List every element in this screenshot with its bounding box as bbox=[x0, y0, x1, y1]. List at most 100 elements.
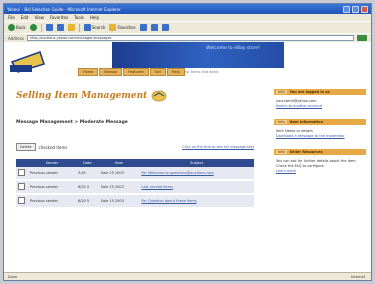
toolbar-separator bbox=[78, 23, 80, 32]
sidebar-box-text: You can ask for further details about th… bbox=[276, 159, 357, 168]
subject-link[interactable]: Re: Welcome to questions@auctions.com bbox=[139, 167, 254, 181]
item-cell: Sale 15 2003 bbox=[98, 180, 140, 195]
mail-icon[interactable] bbox=[150, 24, 158, 31]
promo-banner[interactable]: Welcome to eBay store! bbox=[112, 42, 284, 68]
tab-featured[interactable]: Featured bbox=[123, 68, 149, 76]
maximize-button[interactable] bbox=[352, 5, 359, 13]
sidebar-box-link[interactable]: Download a message to the moderator bbox=[276, 134, 364, 139]
tab-browse[interactable]: Browse bbox=[99, 68, 123, 76]
sidebar-box-title: Item Information bbox=[289, 120, 324, 124]
print-icon[interactable] bbox=[161, 24, 169, 31]
delete-button[interactable]: Delete bbox=[16, 143, 36, 151]
history-icon[interactable] bbox=[139, 24, 147, 31]
star-icon bbox=[109, 24, 117, 31]
address-bar: Address http://auctions.yahoo.com/manage… bbox=[4, 33, 371, 42]
handshake-icon bbox=[151, 90, 167, 102]
column-header[interactable]: Sender bbox=[28, 159, 76, 167]
item-cell: Sale 15 2003 bbox=[98, 194, 140, 209]
menu-favorites[interactable]: Favorites bbox=[50, 15, 68, 20]
favorites-button[interactable]: Favorites bbox=[109, 24, 136, 32]
home-icon[interactable] bbox=[67, 24, 75, 31]
address-input[interactable]: http://auctions.yahoo.com/manager/messag… bbox=[26, 35, 354, 41]
tab-sell[interactable]: Sell bbox=[149, 68, 166, 76]
sidebar-box-link[interactable]: Learn more bbox=[276, 169, 364, 174]
tab-help[interactable]: Help bbox=[166, 68, 185, 76]
sidebar-box-body: You can ask for further details about th… bbox=[274, 155, 366, 178]
row-checkbox[interactable] bbox=[18, 183, 25, 190]
sidebar: Info You are logged in as yourname@yahoo… bbox=[274, 89, 366, 184]
delete-label: checked items bbox=[38, 144, 68, 150]
table-header-row: Sender Date Item Subject bbox=[16, 159, 254, 167]
favorites-label: Favorites bbox=[117, 25, 136, 30]
menu-tools[interactable]: Tools bbox=[74, 15, 84, 20]
column-header[interactable]: Date bbox=[75, 159, 99, 167]
window-title: Yahoo! - Bid Selection Guide - Microsoft… bbox=[7, 6, 121, 12]
menu-help[interactable]: Help bbox=[90, 15, 99, 20]
back-button[interactable]: Back bbox=[8, 24, 26, 32]
messages-help-link[interactable]: Click on the title to see full message t… bbox=[182, 145, 254, 149]
page-content: Welcome to eBay store! Check out our lat… bbox=[4, 42, 371, 272]
refresh-icon[interactable] bbox=[56, 24, 64, 31]
page-heading: Selling Item Management bbox=[16, 89, 254, 102]
sidebar-box-tag: Info bbox=[276, 150, 287, 154]
close-button[interactable] bbox=[361, 5, 368, 13]
search-button[interactable]: Search bbox=[83, 24, 106, 32]
toolbar: Back Search Favorites bbox=[4, 21, 371, 33]
browser-window: Yahoo! - Bid Selection Guide - Microsoft… bbox=[3, 3, 372, 281]
security-zone: Internet bbox=[351, 274, 365, 279]
sidebar-box-account: Info You are logged in as yourname@yahoo… bbox=[274, 89, 366, 113]
minimize-button[interactable] bbox=[343, 5, 350, 13]
date-cell: 6/20 5 bbox=[75, 194, 99, 209]
sidebar-box-link[interactable]: Switch to another account bbox=[276, 104, 364, 109]
tab-home[interactable]: Home bbox=[78, 68, 99, 76]
row-checkbox[interactable] bbox=[18, 169, 25, 176]
site-logo bbox=[10, 51, 45, 73]
stop-icon[interactable] bbox=[45, 24, 53, 31]
subject-link[interactable]: Re: Question about these items bbox=[139, 194, 254, 209]
date-cell: 3:45 bbox=[75, 167, 99, 181]
sidebar-box-item-info: Info Item Information Item Name or detai… bbox=[274, 119, 366, 143]
sidebar-box-resources: Info Seller Resources You can ask for fu… bbox=[274, 149, 366, 178]
breadcrumb: Message Management > Moderate Message bbox=[16, 120, 128, 125]
column-header[interactable]: Item bbox=[98, 159, 140, 167]
sidebar-box-title: Seller Resources bbox=[289, 150, 323, 154]
date-cell: 6/20 5 bbox=[75, 180, 99, 195]
column-header bbox=[16, 159, 28, 167]
address-label: Address bbox=[8, 35, 24, 41]
table-row: Previous sender 6/20 5 Sale 15 2003 Re: … bbox=[16, 194, 254, 209]
sender-cell: Previous sender bbox=[28, 180, 76, 195]
toolbar-separator bbox=[40, 23, 42, 32]
sidebar-box-tag: Info bbox=[276, 120, 287, 124]
menu-view[interactable]: View bbox=[34, 15, 44, 20]
main-content: Selling Item Management Message Manageme… bbox=[16, 89, 254, 209]
menu-bar: File Edit View Favorites Tools Help bbox=[4, 14, 371, 21]
table-row: Previous sender 3:45 Sale 15 2003 Re: We… bbox=[16, 167, 254, 181]
sender-cell: Previous sender bbox=[28, 194, 76, 209]
title-bar: Yahoo! - Bid Selection Guide - Microsoft… bbox=[4, 4, 371, 14]
row-checkbox[interactable] bbox=[18, 197, 25, 204]
search-label: Search bbox=[91, 25, 106, 30]
banner-text: Welcome to eBay store! bbox=[206, 46, 260, 51]
back-arrow-icon bbox=[8, 24, 15, 31]
menu-file[interactable]: File bbox=[8, 15, 15, 20]
status-text: Done bbox=[8, 274, 18, 279]
table-row: Previous sender 6/20 5 Sale 15 2003 Last… bbox=[16, 180, 254, 195]
forward-arrow-icon[interactable] bbox=[29, 24, 37, 31]
messages-table: Sender Date Item Subject Previous sender… bbox=[16, 159, 254, 209]
bulk-actions: Delete checked items Click on the title … bbox=[16, 143, 254, 151]
subject-link[interactable]: Last unread items bbox=[139, 180, 254, 195]
sidebar-box-body: yourname@yahoo.com Switch to another acc… bbox=[274, 95, 366, 113]
sender-cell: Previous sender bbox=[28, 167, 76, 181]
menu-edit[interactable]: Edit bbox=[21, 15, 29, 20]
search-icon bbox=[83, 24, 91, 31]
column-header[interactable]: Subject bbox=[139, 159, 254, 167]
nav-tabs: Home Browse Featured Sell Help bbox=[78, 68, 185, 76]
header: Welcome to eBay store! Check out our lat… bbox=[4, 42, 371, 82]
item-cell: Sale 15 2003 bbox=[98, 167, 140, 181]
back-label: Back bbox=[16, 25, 26, 30]
go-button[interactable] bbox=[357, 35, 367, 41]
sidebar-box-tag: Info bbox=[276, 90, 287, 94]
sidebar-box-body: Item Name or details Download a message … bbox=[274, 125, 366, 143]
page-title: Selling Item Management bbox=[16, 90, 148, 101]
status-bar: Done Internet bbox=[4, 272, 371, 280]
